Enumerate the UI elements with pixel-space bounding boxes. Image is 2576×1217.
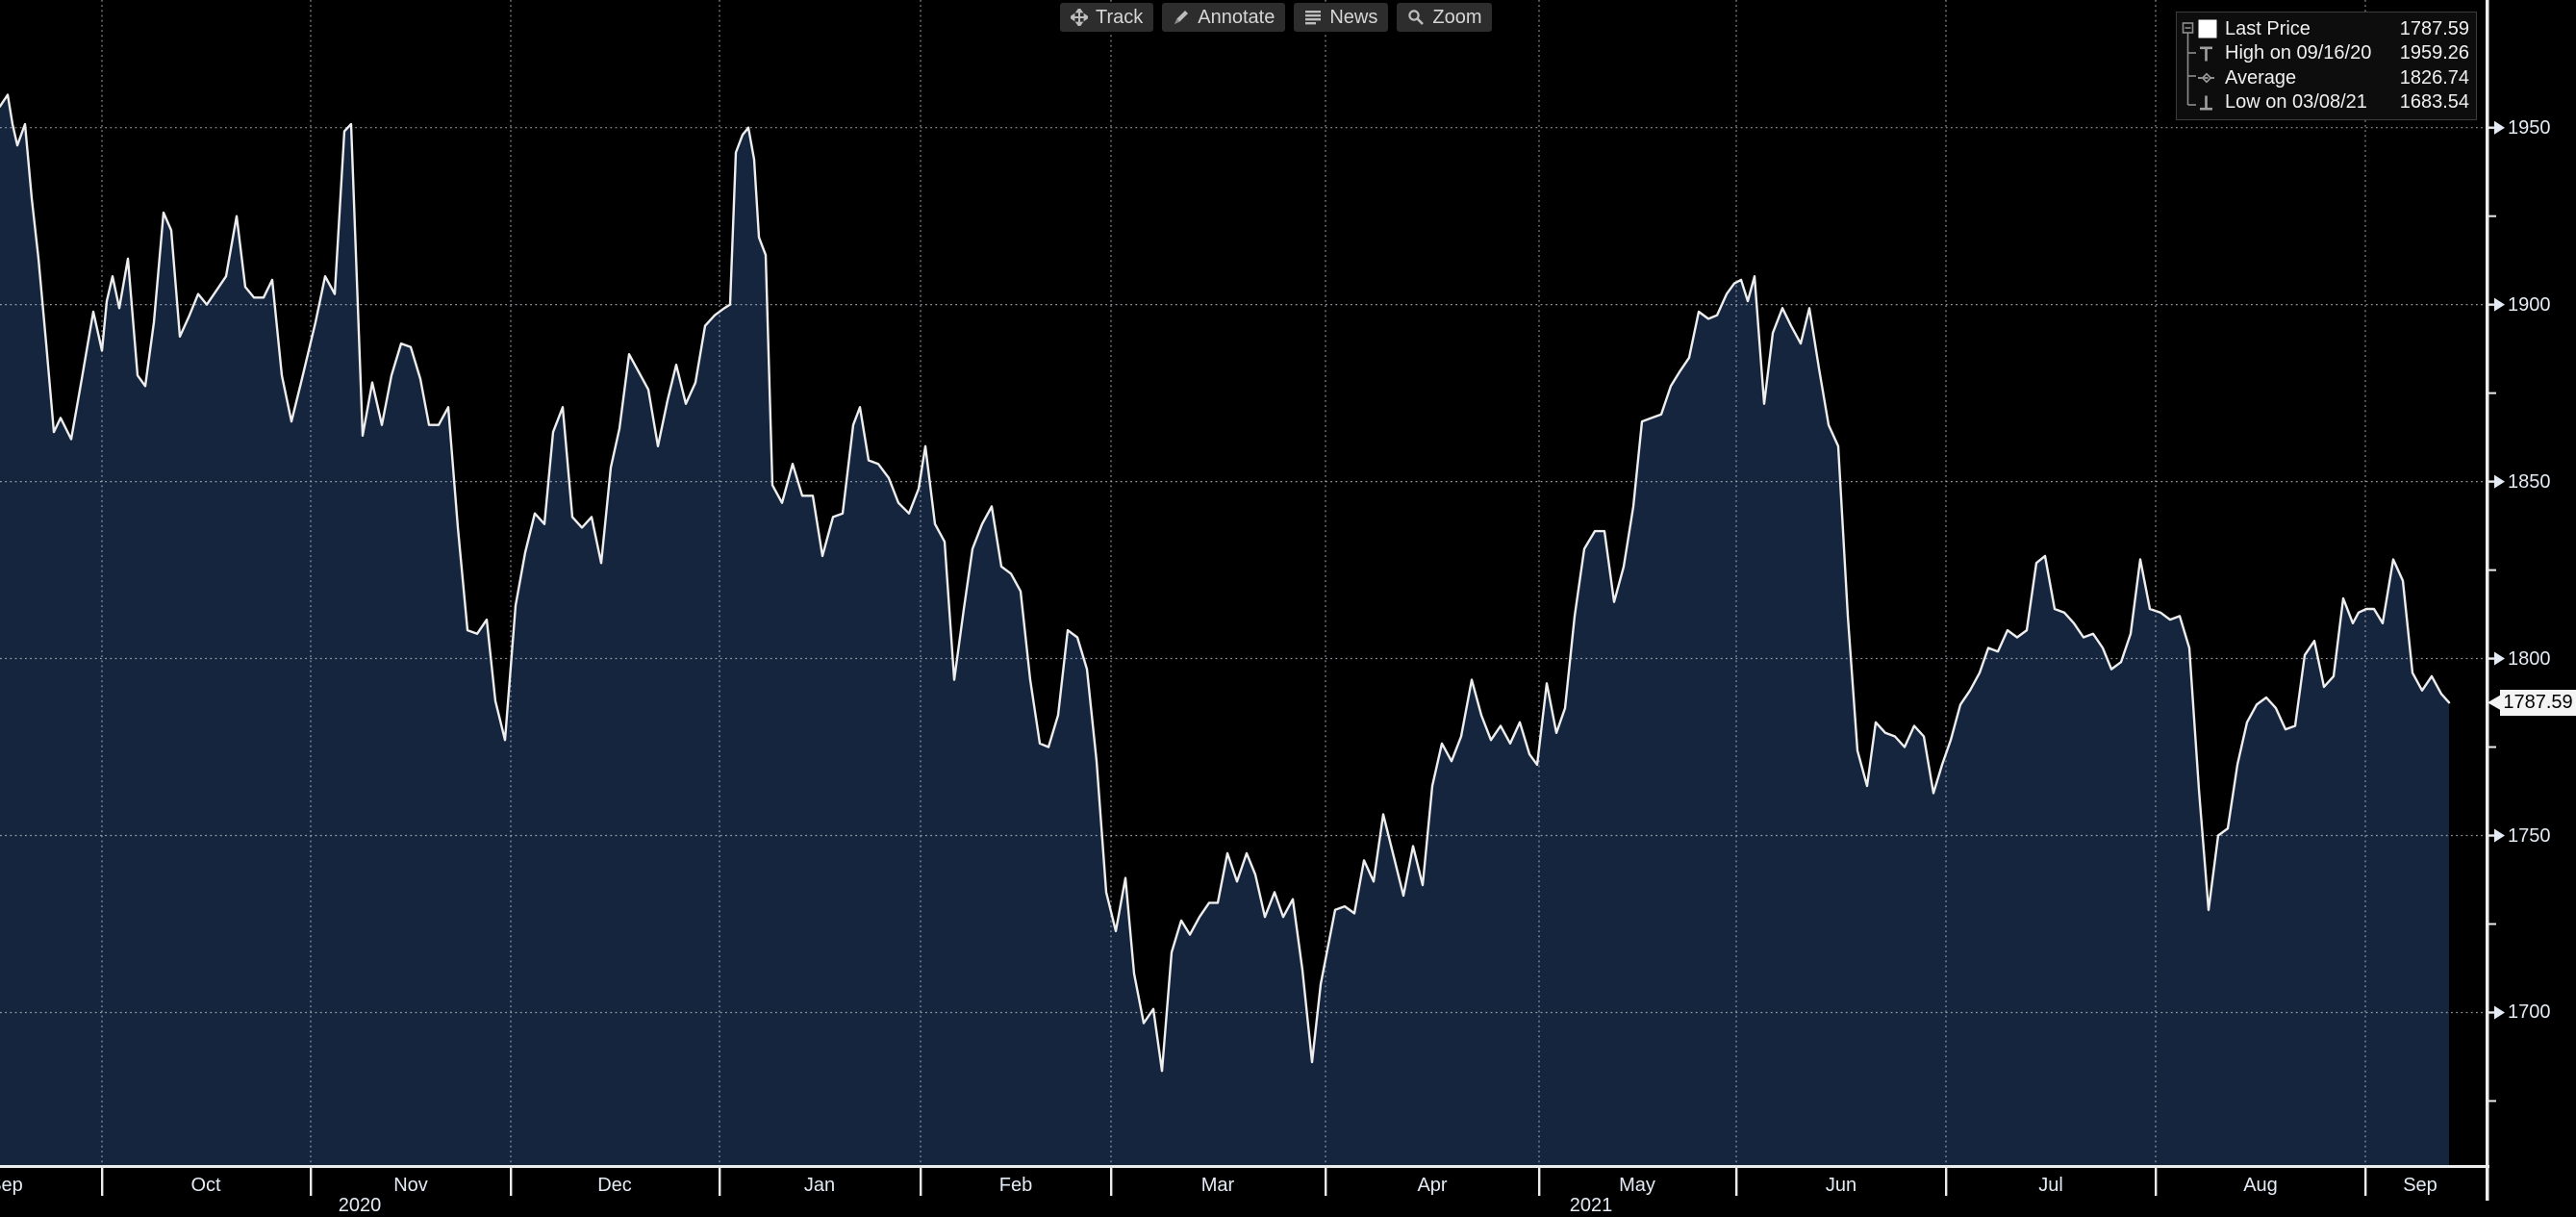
y-axis-line [2486, 0, 2489, 1201]
zoom-button[interactable]: Zoom [1397, 3, 1492, 32]
x-axis-line [0, 1165, 2489, 1168]
track-button[interactable]: Track [1060, 3, 1153, 32]
track-button-label: Track [1096, 7, 1143, 29]
y-axis-tick-arrow-icon [2494, 121, 2505, 135]
track-move-icon [1071, 9, 1088, 26]
news-lines-icon [1304, 10, 1322, 25]
y-axis-tick [2488, 480, 2495, 482]
y-axis-tick-arrow-icon [2494, 298, 2505, 312]
zoom-button-label: Zoom [1432, 7, 1481, 29]
y-axis-tick-arrow-icon [2494, 829, 2505, 843]
price-chart-plot[interactable] [0, 0, 2576, 1201]
y-axis-tick [2488, 127, 2495, 129]
chart-toolbar: Track Annotate News Zoom [1060, 3, 1492, 32]
last-price-flag-arrow-icon [2488, 696, 2500, 710]
y-axis-minor-tick [2488, 1100, 2496, 1102]
legend-label: Last Price [2225, 18, 2400, 40]
y-axis-tick [2488, 303, 2495, 305]
legend-value: 1826.74 [2400, 67, 2469, 89]
annotate-button[interactable]: Annotate [1162, 3, 1285, 32]
high-marker-icon [2198, 45, 2225, 63]
bloomberg-chart-screen: { "toolbar": { "buttons": [ {"id":"track… [0, 0, 2576, 1201]
x-axis-tick [1110, 1168, 1112, 1196]
legend-item-average[interactable]: Average 1826.74 [2198, 66, 2469, 89]
news-button-label: News [1329, 7, 1377, 29]
y-axis-tick-arrow-icon [2494, 652, 2505, 666]
annotate-pencil-icon [1173, 9, 1190, 26]
last-price-flag: 1787.59 [2500, 690, 2576, 716]
y-axis-tick [2488, 1011, 2495, 1013]
y-axis-minor-tick [2488, 747, 2496, 748]
y-axis-tick [2488, 657, 2495, 659]
legend-label: Low on 03/08/21 [2225, 91, 2400, 114]
legend-value: 1683.54 [2400, 91, 2469, 114]
x-axis-tick [2364, 1168, 2366, 1196]
annotate-button-label: Annotate [1198, 7, 1275, 29]
legend-item-last-price[interactable]: Last Price 1787.59 [2198, 17, 2469, 40]
y-axis-tick-arrow-icon [2494, 1005, 2505, 1019]
x-axis-tick [920, 1168, 922, 1196]
legend-tree-lines [2182, 16, 2198, 116]
x-axis-tick [101, 1168, 103, 1196]
y-axis-minor-tick [2488, 393, 2496, 394]
x-axis-tick [1325, 1168, 1326, 1196]
x-axis-tick [719, 1168, 720, 1196]
x-axis-tick [1945, 1168, 1947, 1196]
legend-item-high[interactable]: High on 09/16/20 1959.26 [2198, 42, 2469, 65]
legend-item-low[interactable]: Low on 03/08/21 1683.54 [2198, 91, 2469, 114]
x-axis-tick [1538, 1168, 1540, 1196]
legend-value: 1787.59 [2400, 18, 2469, 40]
x-axis-tick [1735, 1168, 1737, 1196]
x-axis-tick [510, 1168, 512, 1196]
chart-legend: Last Price 1787.59 High on 09/16/20 1959… [2176, 12, 2477, 120]
y-axis-tick-arrow-icon [2494, 475, 2505, 489]
price-area-fill [0, 95, 2449, 1166]
news-button[interactable]: News [1294, 3, 1388, 32]
magnifier-icon [1407, 9, 1425, 26]
average-marker-icon [2198, 69, 2225, 87]
legend-value: 1959.26 [2400, 42, 2469, 64]
low-marker-icon [2198, 94, 2225, 112]
legend-label: Average [2225, 67, 2400, 89]
last-price-swatch-icon [2198, 19, 2225, 38]
y-axis-tick [2488, 834, 2495, 836]
y-axis-minor-tick [2488, 216, 2496, 217]
last-price-flag-value: 1787.59 [2503, 692, 2572, 713]
legend-label: High on 09/16/20 [2225, 42, 2400, 64]
y-axis-minor-tick [2488, 923, 2496, 925]
x-axis-tick [310, 1168, 312, 1196]
y-axis-minor-tick [2488, 570, 2496, 571]
x-axis-tick [2155, 1168, 2157, 1196]
